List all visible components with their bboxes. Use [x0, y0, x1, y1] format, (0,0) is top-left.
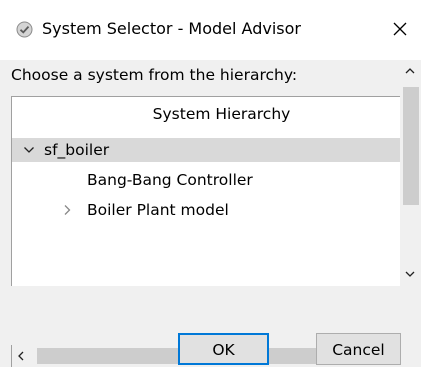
checkmark-badge-icon: [16, 21, 33, 38]
dialog-content: Choose a system from the hierarchy: Syst…: [0, 60, 421, 367]
scroll-left-icon[interactable]: [14, 349, 28, 363]
tree-row-boiler-plant-model[interactable]: Boiler Plant model: [12, 198, 401, 222]
tree-header: System Hierarchy: [152, 105, 291, 123]
system-selector-dialog: System Selector - Model Advisor Choose a…: [0, 0, 421, 367]
vertical-scrollbar[interactable]: [400, 60, 421, 293]
close-icon: [393, 22, 407, 36]
vertical-scroll-thumb[interactable]: [403, 87, 419, 205]
tree-row-bang-bang-controller[interactable]: Bang-Bang Controller: [12, 168, 401, 192]
scroll-up-icon[interactable]: [403, 64, 417, 78]
tree-row-label: Boiler Plant model: [87, 201, 229, 219]
system-hierarchy-tree[interactable]: System Hierarchy sf_boiler Bang-Bang Con…: [11, 96, 401, 286]
window-title: System Selector - Model Advisor: [42, 19, 301, 38]
tree-row-label: Bang-Bang Controller: [87, 171, 253, 189]
close-button[interactable]: [385, 13, 415, 45]
scroll-down-icon[interactable]: [403, 267, 417, 281]
tree-row-sf-boiler[interactable]: sf_boiler: [12, 138, 401, 162]
ok-button[interactable]: OK: [178, 333, 269, 365]
prompt-label: Choose a system from the hierarchy:: [11, 66, 298, 84]
chevron-right-icon[interactable]: [60, 203, 74, 217]
cancel-button[interactable]: Cancel: [316, 333, 401, 365]
title-bar[interactable]: System Selector - Model Advisor: [0, 0, 421, 60]
chevron-down-icon[interactable]: [22, 143, 36, 157]
tree-row-label: sf_boiler: [44, 141, 110, 159]
